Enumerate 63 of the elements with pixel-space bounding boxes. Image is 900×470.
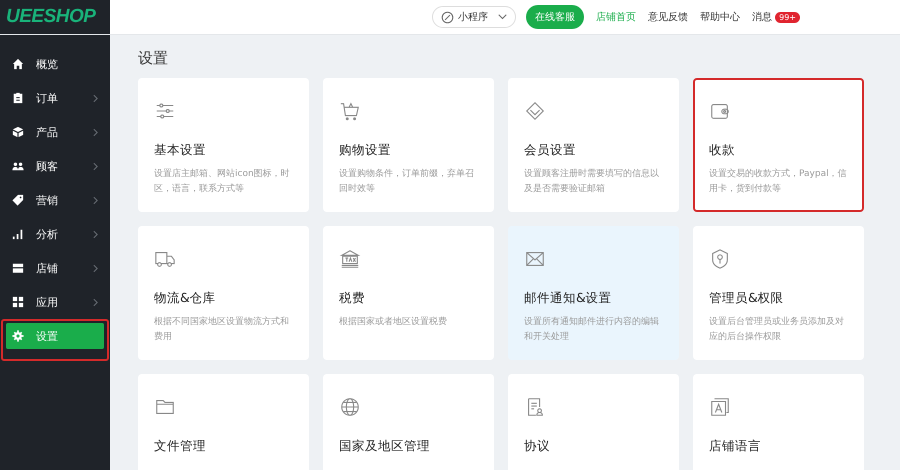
card-title: 国家及地区管理 <box>339 438 431 455</box>
card-title: 邮件通知&设置 <box>524 290 613 307</box>
language-icon <box>709 396 731 418</box>
sidebar-item[interactable]: 应用 <box>6 289 104 315</box>
settings-card[interactable]: 物流&仓库 根据不同国家地区设置物流方式和费用 <box>138 226 309 360</box>
shield-icon <box>709 248 731 270</box>
card-description: 设置所有通知邮件进行内容的编辑和开关处理 <box>524 316 660 344</box>
tag-icon <box>12 194 24 206</box>
card-description: 根据不同国家地区设置物流方式和费用 <box>154 316 290 344</box>
page-title: 设置 <box>138 49 169 68</box>
card-title: 管理员&权限 <box>709 290 785 307</box>
top-link[interactable]: 意见反馈 <box>648 10 688 24</box>
card-title: 收款 <box>709 142 736 159</box>
card-description: 设置后台管理员或业务员添加及对应的后台操作权限 <box>709 316 845 344</box>
card-description: 根据国家或者地区设置税费 <box>339 316 448 329</box>
settings-card[interactable]: 店铺语言 <box>693 374 864 470</box>
top-link[interactable]: 消息 <box>752 10 772 24</box>
settings-card[interactable]: 税费 根据国家或者地区设置税费 <box>323 226 494 360</box>
card-title: 文件管理 <box>154 438 207 455</box>
card-title: 基本设置 <box>154 142 207 159</box>
card-title: 购物设置 <box>339 142 392 159</box>
settings-card[interactable]: 协议 <box>508 374 679 470</box>
mini-program-icon <box>441 10 454 24</box>
sidebar-item[interactable]: 概览 <box>6 51 104 77</box>
settings-card[interactable]: 邮件通知&设置 设置所有通知邮件进行内容的编辑和开关处理 <box>508 226 679 360</box>
card-description: 设置交易的收款方式，Paypal，信用卡，货到付款等 <box>709 168 848 196</box>
globe-icon <box>339 396 361 418</box>
store-icon <box>12 262 24 274</box>
sidebar-item[interactable]: 顾客 <box>6 153 104 179</box>
settings-card[interactable]: 国家及地区管理 <box>323 374 494 470</box>
sidebar-item[interactable]: 分析 <box>6 221 104 247</box>
mini-program-dropdown[interactable]: 小程序 <box>432 6 516 28</box>
message-count-badge: 99+ <box>775 12 800 22</box>
grid-icon <box>12 296 24 308</box>
card-title: 物流&仓库 <box>154 290 217 307</box>
cart-icon <box>339 100 361 122</box>
card-title: 会员设置 <box>524 142 577 159</box>
sidebar-item[interactable]: 店铺 <box>6 255 104 281</box>
people-icon <box>12 160 24 172</box>
box-icon <box>12 126 24 138</box>
sidebar-item[interactable]: 营销 <box>6 187 104 213</box>
caret-icon <box>498 14 508 20</box>
card-title: 店铺语言 <box>709 438 762 455</box>
settings-card[interactable]: 购物设置 设置购物条件，订单前缀，弃单召回时效等 <box>323 78 494 212</box>
diamond-icon <box>524 100 546 122</box>
gear-icon <box>12 330 24 342</box>
settings-card[interactable]: 收款 设置交易的收款方式，Paypal，信用卡，货到付款等 <box>693 78 864 212</box>
top-link[interactable]: 帮助中心 <box>700 10 740 24</box>
card-description: 设置顾客注册时需要填写的信息以及是否需要验证邮箱 <box>524 168 660 196</box>
bars-icon <box>12 228 24 240</box>
sidebar-item[interactable]: 订单 <box>6 85 104 111</box>
card-description: 设置店主邮箱、网站icon图标，时区，语言，联系方式等 <box>154 168 291 196</box>
sidebar-item[interactable]: 产品 <box>6 119 104 145</box>
settings-card[interactable]: 管理员&权限 设置后台管理员或业务员添加及对应的后台操作权限 <box>693 226 864 360</box>
tax-icon <box>339 248 361 270</box>
settings-card[interactable]: 会员设置 设置顾客注册时需要填写的信息以及是否需要验证邮箱 <box>508 78 679 212</box>
card-title: 协议 <box>524 438 551 455</box>
settings-card[interactable]: 基本设置 设置店主邮箱、网站icon图标，时区，语言，联系方式等 <box>138 78 309 212</box>
card-description: 设置购物条件，订单前缀，弃单召回时效等 <box>339 167 475 196</box>
settings-card[interactable]: 文件管理 <box>138 374 309 470</box>
card-title: 税费 <box>339 290 366 307</box>
home-icon <box>12 58 24 70</box>
clipboard-icon <box>12 92 24 104</box>
